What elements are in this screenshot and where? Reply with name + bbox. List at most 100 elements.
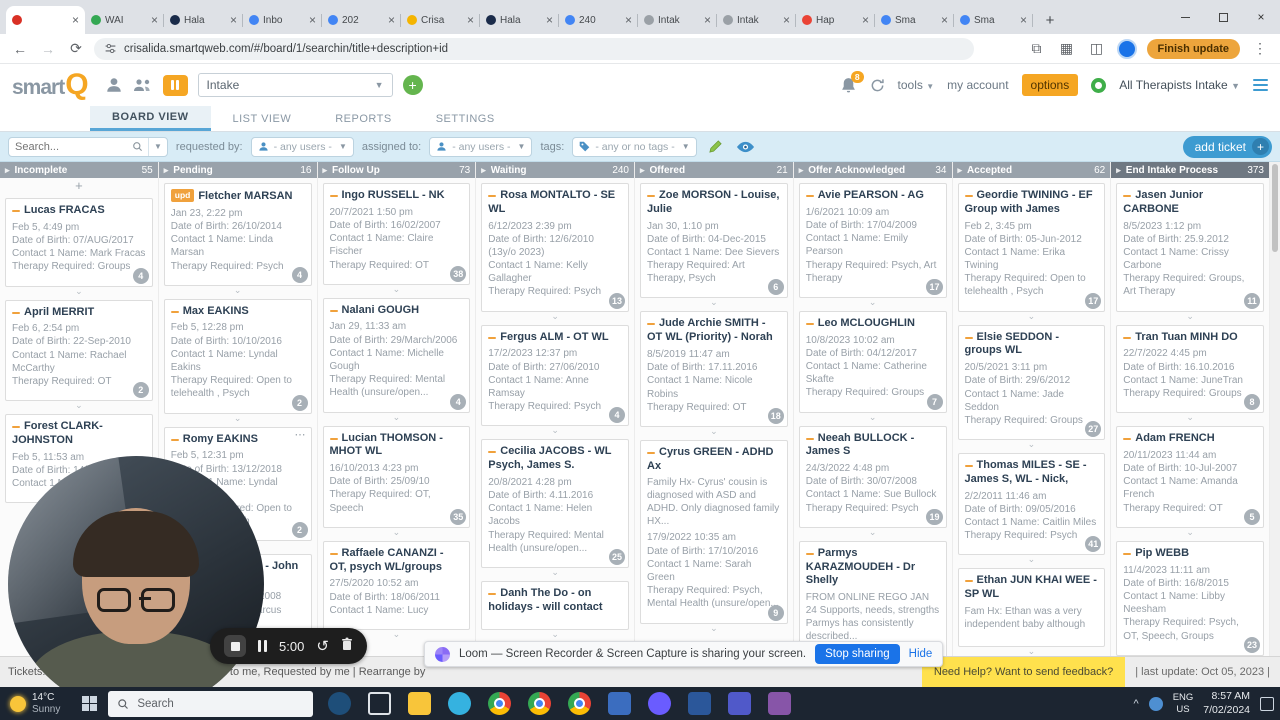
ticket-card[interactable]: Jasen Junior CARBONE 8/5/2023 1:12 pm Dat…: [1116, 183, 1264, 312]
tab-close-icon[interactable]: ×: [783, 14, 790, 26]
browser-tab[interactable]: ×: [6, 6, 85, 34]
side-panel-icon[interactable]: ◫: [1087, 40, 1107, 57]
notifications-bell-icon[interactable]: 8: [840, 70, 864, 94]
ticket-card[interactable]: Avie PEARSON - AG 1/6/2021 10:09 am Date …: [798, 183, 947, 298]
address-bar[interactable]: crisalida.smartqweb.com/#/board/1/search…: [94, 37, 974, 60]
card-expand-icon[interactable]: ⌄: [794, 297, 952, 308]
my-account-link[interactable]: my account: [947, 78, 1008, 92]
tab-close-icon[interactable]: ×: [72, 14, 79, 26]
loom-stop-button[interactable]: [224, 635, 246, 657]
column-collapse-icon[interactable]: ▸: [958, 165, 963, 176]
taskbar-app-snipping[interactable]: [759, 687, 799, 720]
ticket-card[interactable]: Ingo RUSSELL - NK 20/7/2021 1:50 pm Date …: [322, 183, 471, 285]
browser-tab[interactable]: Sma ×: [954, 6, 1033, 34]
scrollbar-thumb[interactable]: [1272, 164, 1278, 252]
action-center-icon[interactable]: [1260, 696, 1274, 711]
tab-settings[interactable]: SETTINGS: [414, 106, 517, 131]
card-expand-icon[interactable]: ⌄: [0, 401, 158, 411]
sync-icon[interactable]: [870, 78, 885, 93]
window-close-button[interactable]: ×: [1242, 0, 1280, 34]
card-expand-icon[interactable]: ⌄: [635, 623, 793, 634]
loom-delete-icon[interactable]: [341, 637, 353, 656]
tab-board-view[interactable]: BOARD VIEW: [90, 106, 211, 131]
card-expand-icon[interactable]: ⌄: [953, 555, 1111, 565]
taskbar-app-chrome-profile-3[interactable]: [559, 687, 599, 720]
ticket-card[interactable]: upd Fletcher MARSAN Jan 23, 2:22 pm Date o…: [163, 183, 312, 286]
window-maximize-button[interactable]: [1204, 0, 1242, 34]
requested-by-dropdown[interactable]: - any users - ▼: [250, 136, 354, 157]
taskbar-search[interactable]: Search: [108, 690, 314, 717]
browser-tab[interactable]: 202 ×: [322, 6, 401, 34]
card-expand-icon[interactable]: ⌄: [159, 413, 317, 424]
browser-tab[interactable]: Crisa ×: [401, 6, 480, 34]
browser-tab[interactable]: Hala ×: [164, 6, 243, 34]
ticket-card[interactable]: Nalani GOUGH Jan 29, 11:33 am Date of Bir…: [322, 297, 471, 413]
card-expand-icon[interactable]: ⌄: [476, 630, 634, 640]
card-expand-icon[interactable]: ⌄: [953, 646, 1111, 656]
tab-close-icon[interactable]: ×: [151, 14, 158, 26]
ticket-card[interactable]: Ethan JUN KHAI WEE - SP WL Fam Hx: Ethan…: [957, 568, 1106, 647]
browser-tab[interactable]: Intak ×: [717, 6, 796, 34]
ticket-menu-icon[interactable]: ⋯: [295, 428, 306, 441]
card-expand-icon[interactable]: ⌄: [635, 298, 793, 308]
search-icon[interactable]: [127, 138, 148, 156]
apps-grid-icon[interactable]: ▦: [1057, 40, 1077, 57]
column-collapse-icon[interactable]: ▸: [799, 165, 804, 176]
tab-close-icon[interactable]: ×: [941, 14, 948, 26]
tab-list-view[interactable]: LIST VIEW: [211, 106, 314, 131]
group-icon[interactable]: [133, 77, 153, 93]
ticket-card[interactable]: Max EAKINS Feb 5, 12:28 pm Date of Birth:…: [163, 298, 312, 414]
card-expand-icon[interactable]: ⌄: [794, 527, 952, 538]
ticket-card[interactable]: Pip WEBB 11/4/2023 11:11 am Date of Birth…: [1116, 540, 1264, 656]
add-ticket-button[interactable]: add ticket +: [1182, 135, 1272, 158]
taskbar-app-loom[interactable]: [639, 687, 679, 720]
ticket-card[interactable]: Cyrus GREEN - ADHD Ax Family Hx- Cyrus' …: [640, 439, 788, 624]
taskbar-app-mail[interactable]: [599, 687, 639, 720]
taskbar-app-teams[interactable]: [719, 687, 759, 720]
new-tab-button[interactable]: +: [1037, 7, 1063, 33]
taskbar-app-task-view[interactable]: [359, 687, 399, 720]
hamburger-menu-icon[interactable]: [1253, 78, 1268, 92]
taskbar-clock[interactable]: 8:57 AM 7/02/2024: [1203, 690, 1250, 716]
card-expand-icon[interactable]: ⌄: [318, 412, 476, 423]
browser-tab[interactable]: 240 ×: [559, 6, 638, 34]
column-header[interactable]: ▸ Incomplete 55: [0, 162, 158, 178]
ticket-card[interactable]: Adam FRENCH 20/11/2023 11:44 am Date of B…: [1116, 426, 1264, 528]
feedback-link[interactable]: Need Help? Want to send feedback?: [921, 657, 1126, 687]
card-expand-icon[interactable]: ⌄: [476, 311, 634, 322]
ticket-card[interactable]: Thomas MILES - SE - James S, WL - Nick, …: [957, 453, 1106, 556]
card-expand-icon[interactable]: ⌄: [476, 567, 634, 578]
column-collapse-icon[interactable]: ▸: [1116, 165, 1121, 176]
taskbar-app-chrome[interactable]: [479, 687, 519, 720]
tab-close-icon[interactable]: ×: [388, 14, 395, 26]
card-expand-icon[interactable]: ⌄: [318, 527, 476, 538]
browser-tab[interactable]: WAI ×: [85, 6, 164, 34]
card-expand-icon[interactable]: ⌄: [476, 426, 634, 436]
hide-share-bar-link[interactable]: Hide: [909, 648, 933, 660]
search-tabs-icon[interactable]: ⧉: [1027, 40, 1047, 57]
column-header[interactable]: ▸ Follow Up 73: [317, 162, 476, 178]
board-mode-icon[interactable]: [162, 74, 188, 96]
ticket-card[interactable]: Jude Archie SMITH - OT WL (Priority) - N…: [640, 311, 788, 427]
loom-restart-icon[interactable]: ↺: [316, 639, 329, 654]
ticket-card[interactable]: Danh The Do - on holidays - will contact…: [481, 580, 629, 631]
forward-icon[interactable]: →: [38, 41, 58, 57]
column-header[interactable]: ▸ End Intake Process 373: [1111, 162, 1269, 178]
tab-reports[interactable]: REPORTS: [313, 106, 413, 131]
window-minimize-button[interactable]: [1166, 0, 1204, 34]
user-icon[interactable]: [105, 76, 123, 94]
taskbar-app-edge[interactable]: [439, 687, 479, 720]
column-collapse-icon[interactable]: ▸: [5, 165, 10, 176]
card-expand-icon[interactable]: ⌄: [1111, 527, 1269, 538]
tags-dropdown[interactable]: - any or no tags - ▼: [572, 136, 697, 157]
tools-menu[interactable]: tools ▼: [898, 78, 935, 92]
back-icon[interactable]: ←: [10, 41, 30, 57]
ticket-card[interactable]: Lucian THOMSON - MHOT WL 16/10/2013 4:23…: [322, 425, 471, 528]
ticket-card[interactable]: April MERRIT Feb 6, 2:54 pm Date of Birth…: [5, 299, 153, 402]
stop-sharing-button[interactable]: Stop sharing: [815, 644, 900, 664]
tab-close-icon[interactable]: ×: [467, 14, 474, 26]
ticket-card[interactable]: Fergus ALM - OT WL 17/2/2023 12:37 pm Dat…: [481, 324, 629, 427]
tab-close-icon[interactable]: ×: [546, 14, 553, 26]
ticket-card[interactable]: Leo MCLOUGHLIN 10/8/2023 10:02 am Date of…: [798, 310, 947, 413]
column-header[interactable]: ▸ Waiting 240: [476, 162, 634, 178]
